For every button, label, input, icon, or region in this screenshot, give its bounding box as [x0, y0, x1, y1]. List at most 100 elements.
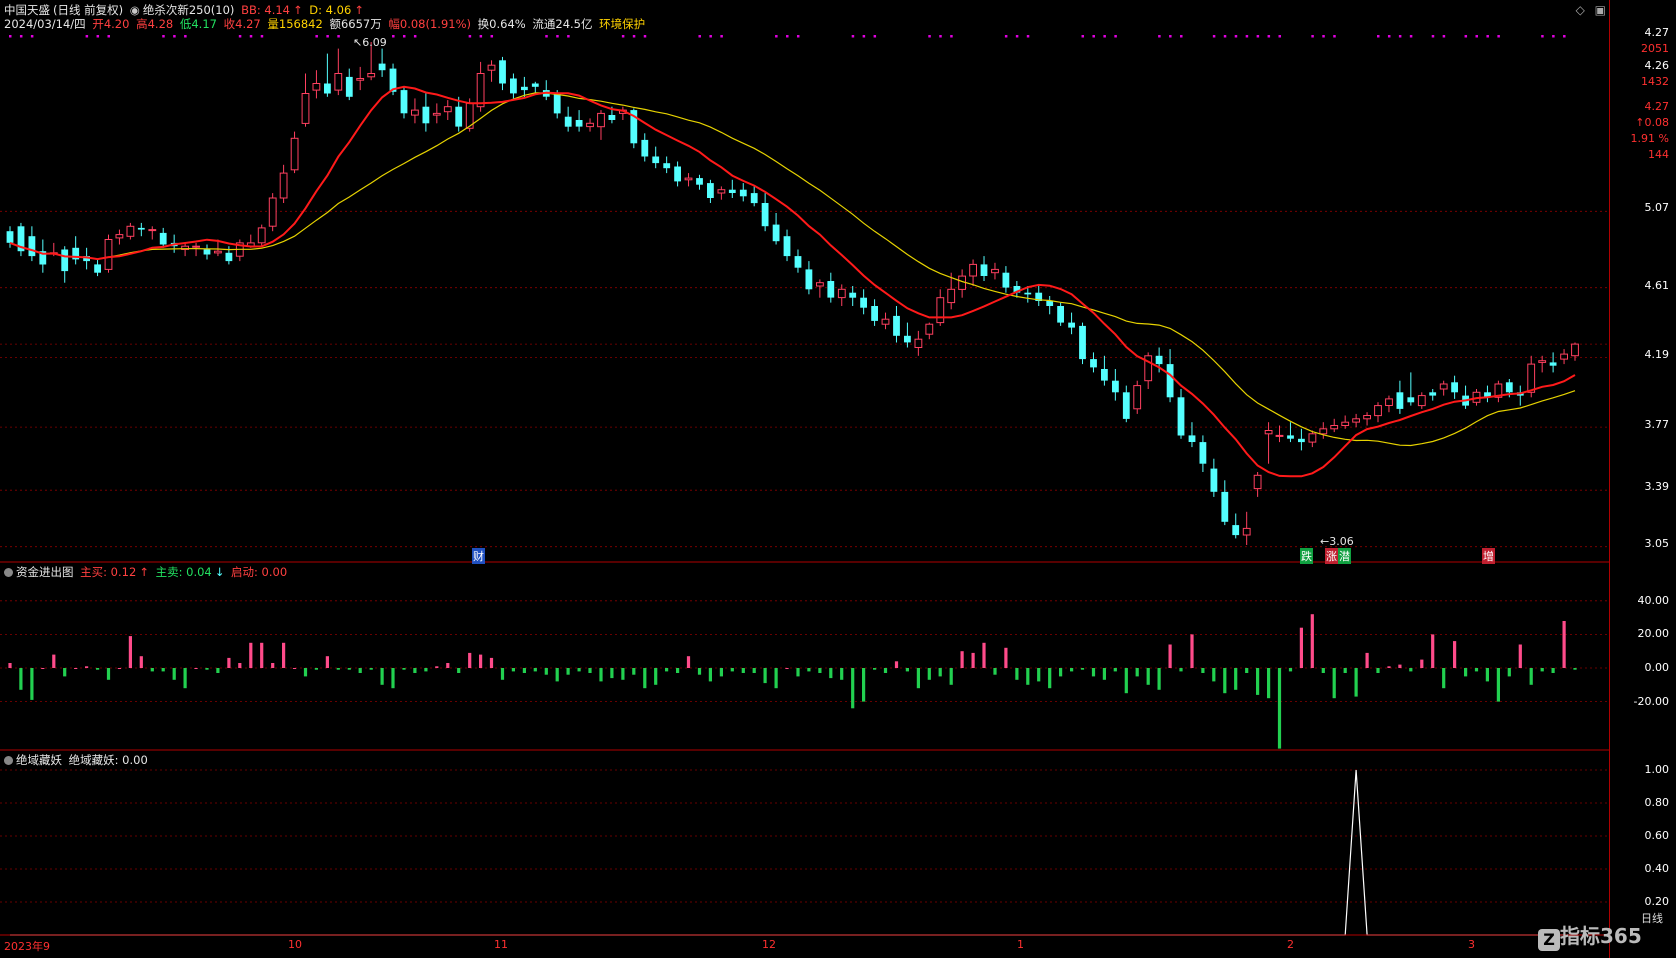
- fund-bar: [1507, 668, 1511, 677]
- fund-bar: [369, 668, 373, 670]
- candle-body: [1374, 405, 1382, 417]
- candle-body: [1232, 525, 1240, 536]
- signal-dot: [1464, 35, 1468, 38]
- candle-body: [827, 281, 835, 298]
- fund-axis-3: 0.00: [1644, 661, 1670, 674]
- cursor-price: 4.27: [1644, 100, 1670, 113]
- fund-bar: [1245, 668, 1249, 673]
- jue-axis-5: 0.20: [1644, 895, 1670, 908]
- candle-body: [1527, 363, 1536, 393]
- candle-body: [1352, 418, 1360, 423]
- signal-dot: [1158, 35, 1161, 38]
- fund-panel-toggle-icon[interactable]: [4, 568, 13, 577]
- fund-bar: [227, 657, 231, 668]
- fund-panel-title[interactable]: 资金进出图: [16, 565, 74, 579]
- candle-body: [608, 115, 616, 120]
- signal-dot: [260, 35, 264, 38]
- signal-dot: [1475, 35, 1479, 38]
- cursor-change: ↑0.08: [1635, 116, 1669, 129]
- signal-dot: [796, 35, 800, 38]
- signal-zhang[interactable]: 涨: [1325, 548, 1338, 564]
- signal-dot: [1081, 35, 1085, 38]
- signal-dot: [1333, 35, 1336, 38]
- candle-body: [772, 224, 780, 242]
- fund-bar: [205, 668, 209, 670]
- fund-bar: [347, 668, 351, 670]
- jue-axis-3: 0.60: [1644, 829, 1670, 842]
- candle-body: [936, 297, 945, 324]
- fund-bar: [41, 668, 45, 669]
- candle-body: [334, 73, 343, 91]
- candle-body: [564, 116, 572, 127]
- candle-body: [61, 249, 69, 272]
- candle-body: [1275, 434, 1284, 437]
- signal-dot: [1377, 35, 1380, 38]
- candle-body: [455, 106, 463, 127]
- signal-dot: [1278, 35, 1282, 38]
- candle-body: [1451, 382, 1458, 393]
- candle-body: [761, 203, 769, 227]
- signal-dot: [1431, 35, 1435, 38]
- fund-bar: [599, 668, 603, 682]
- fund-bar: [325, 656, 329, 668]
- brand-watermark: Z 指标365: [1538, 920, 1642, 951]
- period-label-footer[interactable]: 日线: [1641, 910, 1663, 926]
- signal-cai[interactable]: 财: [472, 548, 485, 564]
- signal-dot: [1245, 35, 1249, 38]
- fund-bar: [1157, 668, 1161, 690]
- candle-body: [1122, 392, 1130, 419]
- signal-dot: [1092, 35, 1095, 38]
- price-axis: 4.27 2051 4.26 1432 4.27 ↑0.08 1.91 % 14…: [1609, 0, 1676, 958]
- fund-bar: [391, 668, 395, 689]
- fund-bar: [402, 668, 406, 670]
- fund-bar: [1277, 668, 1282, 749]
- candle-body: [1308, 433, 1317, 443]
- signal-dot: [786, 35, 789, 38]
- fund-bar: [708, 668, 712, 682]
- fund-bar: [1015, 668, 1019, 680]
- signal-dot: [1387, 35, 1391, 38]
- signal-dot: [873, 35, 877, 38]
- signal-dot-row: [9, 35, 1566, 38]
- fund-bar: [577, 668, 581, 672]
- signal-dot: [9, 35, 12, 38]
- candle-body: [1407, 397, 1415, 403]
- signal-zeng[interactable]: 增: [1482, 548, 1495, 564]
- candle-body: [871, 306, 878, 321]
- fund-bar: [730, 668, 734, 672]
- price-label-6: 3.05: [1644, 537, 1670, 550]
- signal-dot: [184, 35, 187, 38]
- signal-dot: [1541, 35, 1544, 38]
- signal-dot: [162, 35, 165, 38]
- fund-bar: [862, 668, 866, 702]
- fund-bar: [106, 668, 111, 680]
- signal-qian[interactable]: 潜: [1338, 548, 1351, 564]
- fund-bar: [774, 668, 778, 689]
- fund-bar: [763, 668, 767, 684]
- fund-bar: [1453, 641, 1457, 668]
- fund-axis-4: -20.00: [1633, 695, 1669, 708]
- fund-bar: [1080, 668, 1085, 670]
- fund-bar: [1431, 634, 1435, 668]
- candle-body: [192, 245, 200, 248]
- candle-body: [881, 318, 890, 325]
- fund-bar: [1562, 621, 1566, 668]
- month-label-oct: 10: [288, 938, 302, 951]
- axis-top-value-3: 4.26: [1644, 59, 1670, 72]
- candle-body: [816, 282, 824, 287]
- signal-dot: [1311, 35, 1314, 38]
- fund-bar: [566, 668, 570, 675]
- candlesticks: [6, 42, 1579, 545]
- signal-dot: [950, 35, 953, 38]
- jue-panel-title[interactable]: 绝域藏妖: [16, 753, 62, 767]
- fund-bar: [1048, 668, 1052, 689]
- candle-body: [521, 86, 528, 91]
- kline-chart[interactable]: [0, 0, 1676, 958]
- signal-dot: [468, 35, 472, 38]
- signal-dot: [107, 35, 110, 38]
- fund-bar: [183, 668, 187, 689]
- signal-die[interactable]: 跌: [1300, 548, 1313, 564]
- fund-bar: [271, 663, 275, 668]
- jue-panel-toggle-icon[interactable]: [4, 756, 13, 765]
- fund-bar: [873, 668, 877, 670]
